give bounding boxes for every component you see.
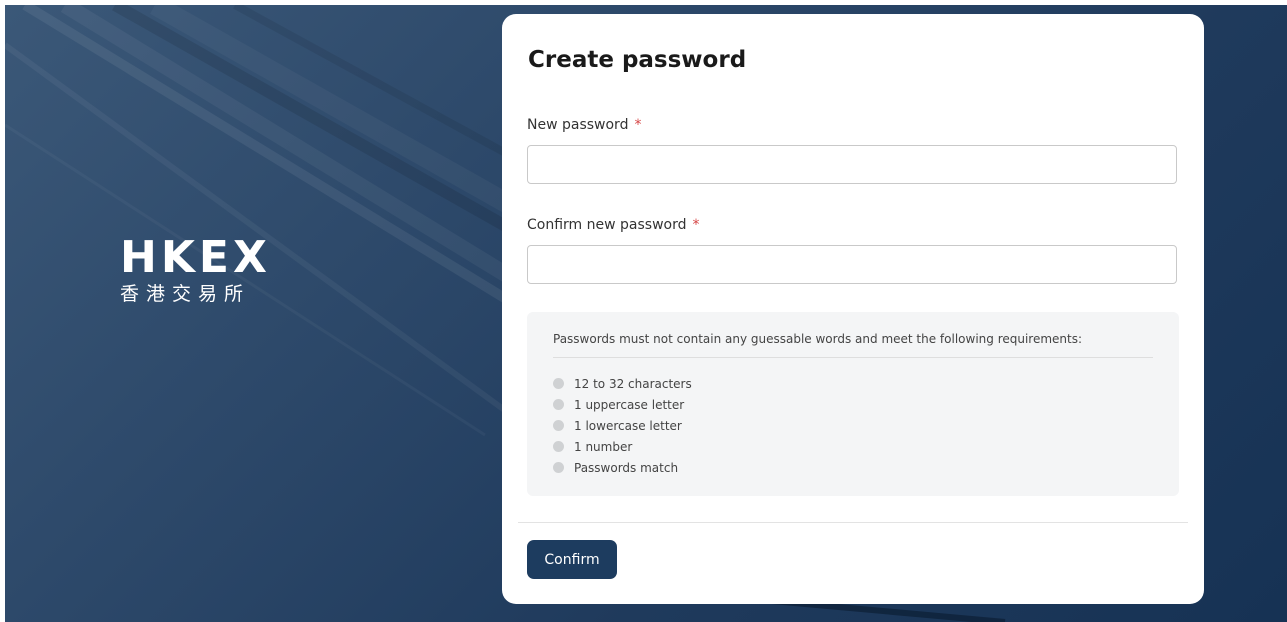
- requirement-uppercase: 1 uppercase letter: [553, 394, 692, 415]
- requirement-status-icon: [553, 462, 564, 473]
- requirement-status-icon: [553, 378, 564, 389]
- requirement-match: Passwords match: [553, 457, 692, 478]
- logo-chinese-name: 香港交易所: [120, 283, 251, 305]
- footer-divider: [518, 522, 1188, 523]
- new-password-input[interactable]: [527, 145, 1177, 184]
- requirement-text: 1 uppercase letter: [574, 397, 685, 412]
- requirement-text: 1 number: [574, 439, 633, 454]
- required-asterisk: *: [634, 117, 642, 133]
- requirement-status-icon: [553, 420, 564, 431]
- logo-wordmark: HKEX: [120, 232, 271, 283]
- requirement-length: 12 to 32 characters: [553, 373, 692, 394]
- requirement-text: Passwords match: [574, 460, 679, 475]
- requirement-status-icon: [553, 399, 564, 410]
- confirm-password-input[interactable]: [527, 245, 1177, 284]
- hkex-logo: HKEX 香港交易所: [120, 232, 271, 306]
- page-title: Create password: [528, 47, 747, 73]
- requirement-lowercase: 1 lowercase letter: [553, 415, 692, 436]
- requirements-intro: Passwords must not contain any guessable…: [553, 332, 1083, 346]
- password-requirements-panel: Passwords must not contain any guessable…: [527, 312, 1179, 496]
- confirm-password-label: Confirm new password *: [527, 216, 699, 234]
- requirements-list: 12 to 32 characters 1 uppercase letter 1…: [553, 373, 692, 478]
- requirement-status-icon: [553, 441, 564, 452]
- requirement-number: 1 number: [553, 436, 692, 457]
- confirm-password-label-text: Confirm new password: [527, 217, 687, 233]
- requirements-divider: [553, 357, 1153, 358]
- requirement-text: 1 lowercase letter: [574, 418, 682, 433]
- new-password-label-text: New password: [527, 117, 629, 133]
- requirement-text: 12 to 32 characters: [574, 376, 692, 391]
- new-password-label: New password *: [527, 116, 641, 134]
- confirm-button[interactable]: Confirm: [527, 540, 617, 579]
- required-asterisk: *: [692, 217, 700, 233]
- create-password-card: Create password New password * Confirm ne…: [502, 14, 1204, 604]
